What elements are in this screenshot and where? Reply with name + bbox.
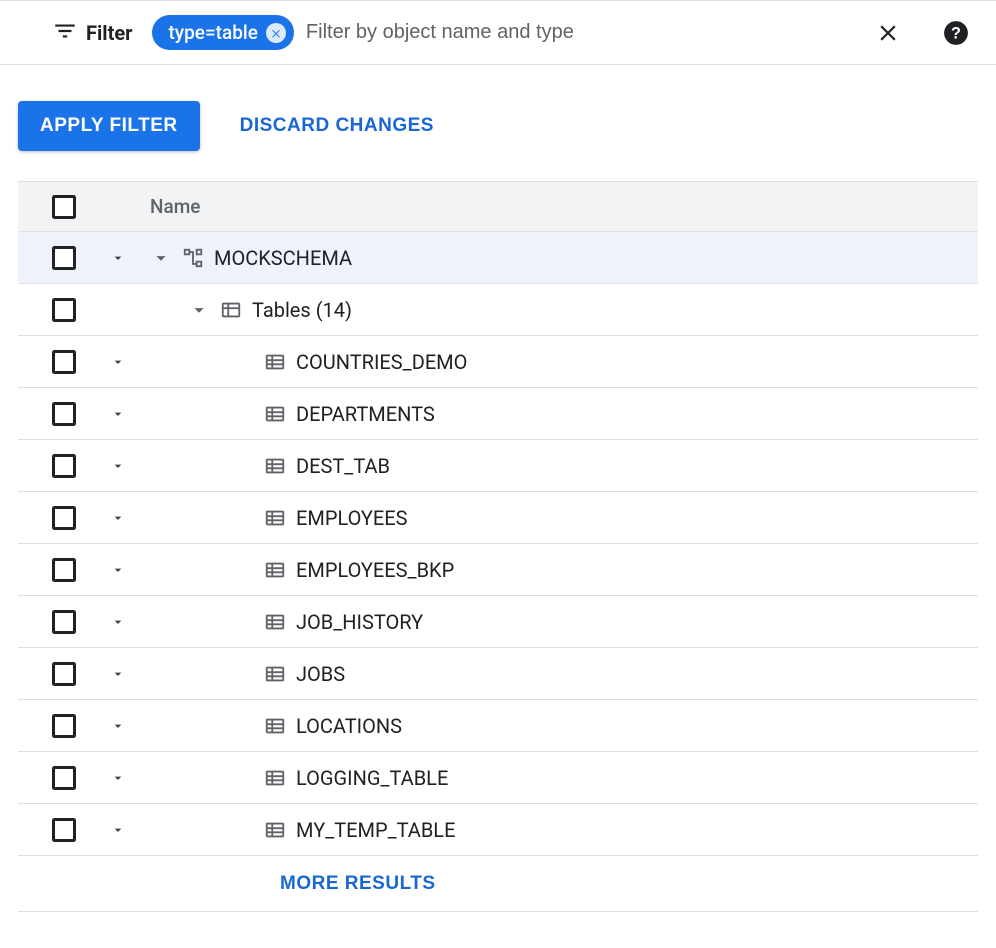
filter-label: Filter — [86, 21, 132, 45]
chevron-down-icon[interactable] — [110, 770, 126, 786]
object-tree: Name MOCKSCHEMA — [18, 181, 978, 912]
clear-filter-icon[interactable] — [874, 19, 902, 47]
table-row[interactable]: DEST_TAB — [18, 440, 978, 492]
chevron-down-icon[interactable] — [150, 247, 172, 269]
table-row[interactable]: LOCATIONS — [18, 700, 978, 752]
table-name: LOCATIONS — [296, 714, 402, 738]
table-checkbox[interactable] — [52, 350, 76, 374]
table-icon — [264, 611, 286, 633]
chevron-down-icon[interactable] — [110, 458, 126, 474]
svg-text:?: ? — [951, 24, 961, 42]
chevron-down-icon[interactable] — [188, 299, 210, 321]
table-icon — [264, 819, 286, 841]
tables-group-checkbox[interactable] — [52, 298, 76, 322]
help-icon[interactable]: ? — [942, 19, 970, 47]
chevron-down-icon[interactable] — [110, 250, 126, 266]
table-icon — [264, 403, 286, 425]
table-checkbox[interactable] — [52, 818, 76, 842]
table-icon — [264, 559, 286, 581]
schema-name: MOCKSCHEMA — [214, 246, 352, 270]
table-name: LOGGING_TABLE — [296, 766, 448, 790]
filter-chip[interactable]: type=table — [152, 15, 293, 50]
column-name-header: Name — [144, 195, 200, 218]
table-row[interactable]: JOBS — [18, 648, 978, 700]
table-row[interactable]: LOGGING_TABLE — [18, 752, 978, 804]
chip-remove-icon[interactable] — [266, 23, 286, 43]
filter-label-group: Filter — [52, 18, 132, 48]
more-results-row: MORE RESULTS — [18, 856, 978, 912]
apply-filter-button[interactable]: APPLY FILTER — [18, 101, 200, 151]
table-row[interactable]: COUNTRIES_DEMO — [18, 336, 978, 388]
table-checkbox[interactable] — [52, 506, 76, 530]
tables-group-label: Tables (14) — [252, 298, 352, 322]
chevron-down-icon[interactable] — [110, 666, 126, 682]
table-row[interactable]: JOB_HISTORY — [18, 596, 978, 648]
tree-header: Name — [18, 182, 978, 232]
table-name: JOB_HISTORY — [296, 610, 423, 634]
action-row: APPLY FILTER DISCARD CHANGES — [0, 65, 996, 181]
table-name: DEST_TAB — [296, 454, 390, 478]
tables-group-row[interactable]: Tables (14) — [18, 284, 978, 336]
table-icon — [264, 455, 286, 477]
table-checkbox[interactable] — [52, 558, 76, 582]
filter-list-icon — [52, 18, 78, 48]
filter-chip-text: type=table — [168, 21, 257, 44]
table-name: COUNTRIES_DEMO — [296, 350, 467, 374]
chevron-down-icon[interactable] — [110, 562, 126, 578]
table-row[interactable]: EMPLOYEES — [18, 492, 978, 544]
filter-bar: Filter type=table ? — [0, 0, 996, 65]
table-checkbox[interactable] — [52, 662, 76, 686]
table-name: JOBS — [296, 662, 345, 686]
table-checkbox[interactable] — [52, 454, 76, 478]
table-checkbox[interactable] — [52, 714, 76, 738]
schema-checkbox[interactable] — [52, 246, 76, 270]
chevron-down-icon[interactable] — [110, 822, 126, 838]
table-icon — [264, 351, 286, 373]
table-checkbox[interactable] — [52, 402, 76, 426]
table-icon — [264, 767, 286, 789]
table-name: EMPLOYEES — [296, 506, 408, 530]
table-icon — [264, 507, 286, 529]
table-icon — [264, 715, 286, 737]
table-name: DEPARTMENTS — [296, 402, 435, 426]
table-row[interactable]: EMPLOYEES_BKP — [18, 544, 978, 596]
more-results-button[interactable]: MORE RESULTS — [280, 873, 436, 895]
chevron-down-icon[interactable] — [110, 614, 126, 630]
table-checkbox[interactable] — [52, 766, 76, 790]
tables-group-icon — [220, 299, 242, 321]
table-icon — [264, 663, 286, 685]
table-checkbox[interactable] — [52, 610, 76, 634]
table-name: MY_TEMP_TABLE — [296, 818, 455, 842]
select-all-checkbox[interactable] — [52, 195, 76, 219]
schema-icon — [182, 247, 204, 269]
chevron-down-icon[interactable] — [110, 354, 126, 370]
filter-input[interactable] — [306, 17, 854, 48]
chevron-down-icon[interactable] — [110, 510, 126, 526]
chevron-down-icon[interactable] — [110, 718, 126, 734]
table-row[interactable]: DEPARTMENTS — [18, 388, 978, 440]
discard-changes-button[interactable]: DISCARD CHANGES — [240, 115, 434, 137]
chevron-down-icon[interactable] — [110, 406, 126, 422]
table-row[interactable]: MY_TEMP_TABLE — [18, 804, 978, 856]
schema-row[interactable]: MOCKSCHEMA — [18, 232, 978, 284]
table-name: EMPLOYEES_BKP — [296, 558, 454, 582]
